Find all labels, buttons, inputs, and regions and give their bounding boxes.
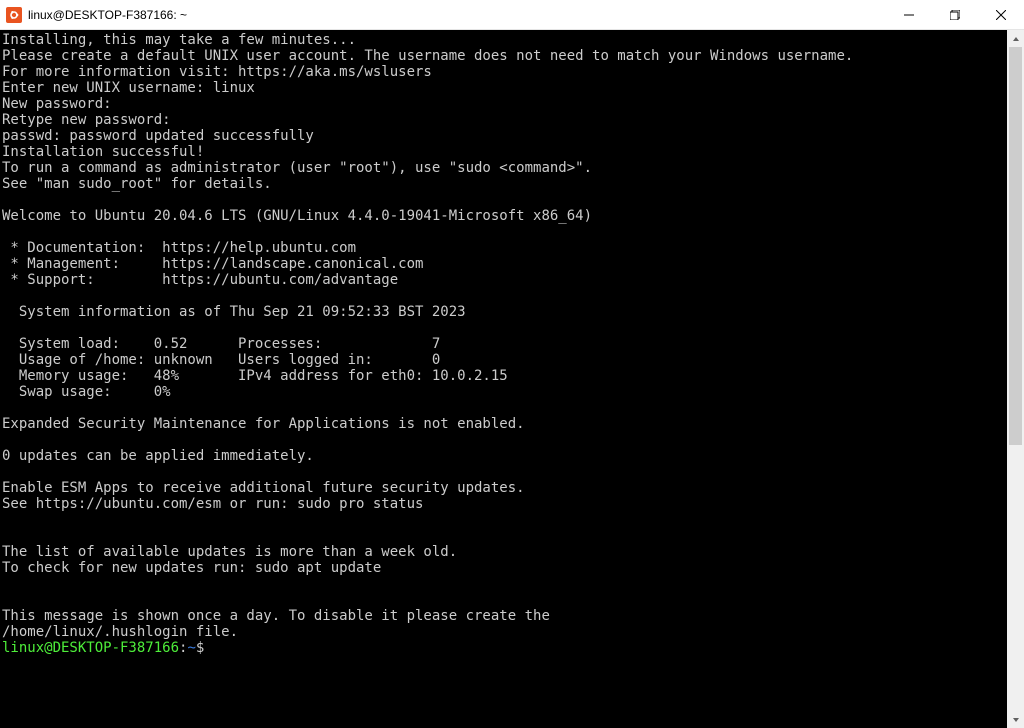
window-title: linux@DESKTOP-F387166: ~	[28, 8, 187, 22]
terminal-container: Installing, this may take a few minutes.…	[0, 30, 1024, 728]
prompt-dollar: $	[196, 640, 204, 656]
close-button[interactable]	[978, 0, 1024, 30]
scroll-up-arrow[interactable]	[1007, 30, 1024, 47]
scroll-track[interactable]	[1007, 47, 1024, 711]
scroll-down-arrow[interactable]	[1007, 711, 1024, 728]
scroll-thumb[interactable]	[1009, 47, 1022, 445]
vertical-scrollbar[interactable]	[1007, 30, 1024, 728]
prompt-user-host: linux@DESKTOP-F387166	[2, 640, 179, 656]
terminal-output[interactable]: Installing, this may take a few minutes.…	[0, 30, 1007, 728]
prompt-path: ~	[187, 640, 195, 656]
window-controls	[886, 0, 1024, 29]
minimize-button[interactable]	[886, 0, 932, 30]
window-titlebar: linux@DESKTOP-F387166: ~	[0, 0, 1024, 30]
ubuntu-icon	[6, 7, 22, 23]
titlebar-left: linux@DESKTOP-F387166: ~	[0, 7, 187, 23]
maximize-button[interactable]	[932, 0, 978, 30]
